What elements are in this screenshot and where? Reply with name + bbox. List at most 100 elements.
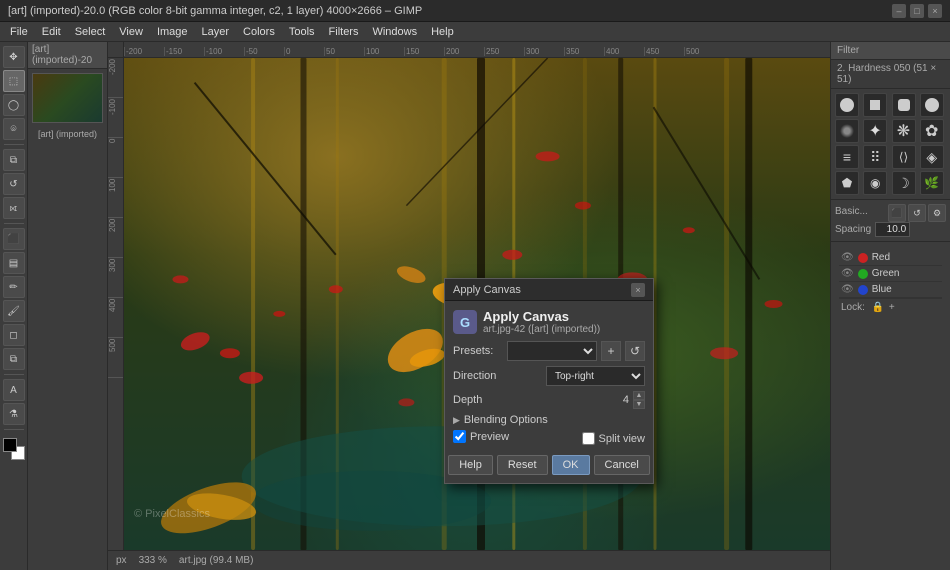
depth-spinner[interactable]: ▲ ▼ (633, 391, 645, 409)
menu-edit[interactable]: Edit (36, 24, 67, 40)
layer-row-red: 👁 Red (839, 250, 942, 266)
depth-spin-up[interactable]: ▲ (633, 391, 645, 400)
ruler-tick: -150 (164, 47, 204, 56)
eye-icon-blue[interactable]: 👁 (841, 284, 854, 295)
basic-btn-3[interactable]: ⚙ (928, 204, 946, 222)
basic-btn-1[interactable]: ⬛ (888, 204, 906, 222)
toolbar-separator-3 (4, 374, 24, 375)
menu-colors[interactable]: Colors (237, 24, 281, 40)
tool-eyedrop[interactable]: ⚗ (3, 403, 25, 425)
brush-cell[interactable]: ✿ (920, 119, 944, 143)
presets-label: Presets: (453, 345, 503, 357)
lock-icon[interactable]: 🔒 (872, 302, 884, 313)
presets-row: Presets: + ↺ (453, 341, 645, 361)
menu-windows[interactable]: Windows (366, 24, 423, 40)
presets-reset-button[interactable]: ↺ (625, 341, 645, 361)
toolbar-separator-4 (4, 429, 24, 430)
reset-button[interactable]: Reset (497, 455, 548, 475)
layers-section: 👁 Red 👁 Green 👁 Blue Lock: 🔒 (831, 241, 950, 324)
tool-pencil[interactable]: ✏ (3, 276, 25, 298)
brush-cell[interactable]: ≡ (835, 145, 859, 169)
brush-cell[interactable]: ◉ (863, 171, 887, 195)
brush-cell[interactable]: ☽ (892, 171, 916, 195)
maximize-button[interactable]: □ (910, 4, 924, 18)
ok-button[interactable]: OK (552, 455, 590, 475)
ruler-tick: 300 (524, 47, 564, 56)
menu-view[interactable]: View (113, 24, 149, 40)
left-panel: [art] (imported)-20 [art] (imported) (28, 42, 108, 570)
menu-image[interactable]: Image (151, 24, 194, 40)
presets-select[interactable] (507, 341, 597, 361)
brush-cell[interactable] (920, 93, 944, 117)
layer-name-green: Green (872, 268, 900, 279)
window-title: [art] (imported)-20.0 (RGB color 8-bit g… (8, 5, 892, 17)
menu-select[interactable]: Select (69, 24, 112, 40)
depth-spin-down[interactable]: ▼ (633, 400, 645, 409)
blending-expand-arrow[interactable]: ▶ (453, 415, 460, 426)
tool-select-ellipse[interactable]: ◯ (3, 94, 25, 116)
tool-eraser[interactable]: ◻ (3, 324, 25, 346)
basic-controls: ⬛ ↺ ⚙ (888, 204, 946, 222)
menu-help[interactable]: Help (425, 24, 460, 40)
spacing-label: Spacing (835, 224, 871, 235)
split-view-checkbox[interactable] (582, 432, 595, 445)
tool-rotate[interactable]: ↺ (3, 173, 25, 195)
ruler-tick: -50 (244, 47, 284, 56)
tool-bucket[interactable]: ⬛ (3, 228, 25, 250)
preview-checkbox[interactable] (453, 430, 466, 443)
cancel-button[interactable]: Cancel (594, 455, 650, 475)
menu-layer[interactable]: Layer (196, 24, 236, 40)
direction-select[interactable]: Top-right Top Top-left Right (546, 366, 645, 386)
ruler-tick: 100 (364, 47, 404, 56)
brush-cell[interactable]: ✦ (863, 119, 887, 143)
ruler-tick: 400 (604, 47, 644, 56)
spacing-input[interactable] (875, 222, 910, 237)
tool-select-rect[interactable]: ⬚ (3, 70, 25, 92)
lock-icon-2[interactable]: + (889, 302, 895, 313)
layer-name-red: Red (872, 252, 890, 263)
menu-file[interactable]: File (4, 24, 34, 40)
minimize-button[interactable]: – (892, 4, 906, 18)
tool-gradient[interactable]: ▤ (3, 252, 25, 274)
brush-cell[interactable]: ⬟ (835, 171, 859, 195)
tool-clone[interactable]: ⧉ (3, 348, 25, 370)
menu-filters[interactable]: Filters (323, 24, 365, 40)
menu-tools[interactable]: Tools (283, 24, 321, 40)
left-toolbar: ✥ ⬚ ◯ ⌾ ⧉ ↺ ⟖ ⬛ ▤ ✏ 🖌 ◻ ⧉ A ⚗ (0, 42, 28, 570)
brush-cell[interactable] (835, 93, 859, 117)
brush-cell[interactable] (863, 93, 887, 117)
presets-add-button[interactable]: + (601, 341, 621, 361)
lock-label: Lock: (841, 302, 865, 313)
artwork-canvas[interactable]: © PixelClassics Apply Canvas × G (124, 58, 830, 550)
tool-text[interactable]: A (3, 379, 25, 401)
basic-btn-2[interactable]: ↺ (908, 204, 926, 222)
split-view-row: Split view (582, 432, 645, 445)
eye-icon-red[interactable]: 👁 (841, 252, 854, 263)
brush-grid: ✦ ❋ ✿ ≡ ⠿ ⟨⟩ ◈ ⬟ ◉ ☽ 🌿 (831, 89, 950, 199)
dialog-close-button[interactable]: × (631, 283, 645, 297)
brush-cell[interactable]: ◈ (920, 145, 944, 169)
right-panel-header: Filter (831, 42, 950, 60)
tool-lasso[interactable]: ⌾ (3, 118, 25, 140)
tool-move[interactable]: ✥ (3, 46, 25, 68)
brush-cell[interactable] (892, 93, 916, 117)
close-button[interactable]: × (928, 4, 942, 18)
brush-cell[interactable]: ⟨⟩ (892, 145, 916, 169)
help-button[interactable]: Help (448, 455, 493, 475)
ruler-vertical: -200 -100 0 100 200 300 400 500 (108, 58, 124, 550)
eye-icon-green[interactable]: 👁 (841, 268, 854, 279)
brush-cell[interactable]: ⠿ (863, 145, 887, 169)
color-swatches[interactable] (3, 438, 25, 460)
brush-cell[interactable]: ❋ (892, 119, 916, 143)
canvas-with-ruler: -200 -100 0 100 200 300 400 500 (108, 58, 830, 550)
tool-perspective[interactable]: ⟖ (3, 197, 25, 219)
tool-crop[interactable]: ⧉ (3, 149, 25, 171)
foreground-color-swatch[interactable] (3, 438, 17, 452)
brush-cell[interactable]: 🌿 (920, 171, 944, 195)
ruler-horizontal: -200 -150 -100 -50 0 50 100 150 200 250 … (108, 42, 830, 58)
dialog-titlebar[interactable]: Apply Canvas × (445, 279, 653, 301)
tool-brush[interactable]: 🖌 (3, 300, 25, 322)
brush-cell[interactable] (835, 119, 859, 143)
layer-color-blue (858, 285, 868, 295)
hardness-label: 2. Hardness 050 (51 × 51) (831, 60, 950, 89)
